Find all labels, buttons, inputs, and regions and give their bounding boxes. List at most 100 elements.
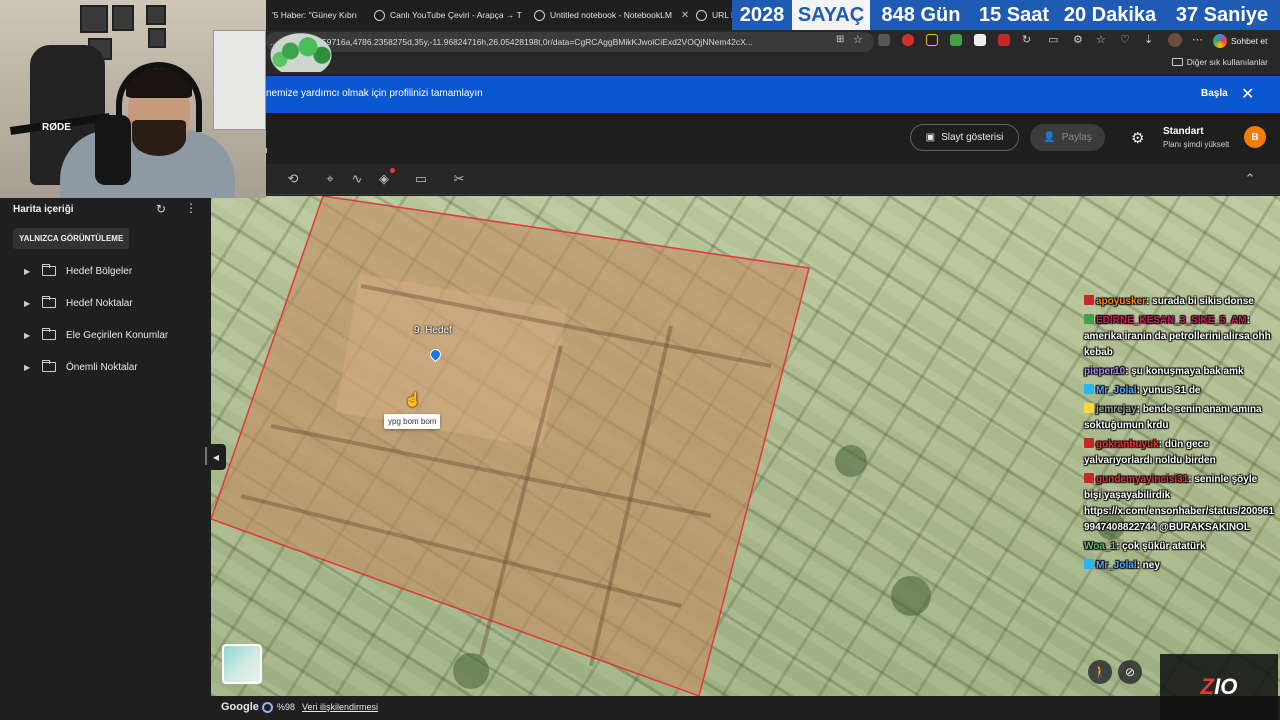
chevron-up-icon[interactable]: ⌃ <box>1241 170 1259 188</box>
extension-icon[interactable] <box>950 34 962 46</box>
chat-button-label: Sohbet et <box>1231 36 1268 46</box>
plan-upgrade-link[interactable]: Planı şimdi yükselt <box>1163 140 1229 149</box>
folder-item[interactable]: ▶ Hedef Noktalar <box>24 292 133 314</box>
side-panel-icon[interactable]: ▭ <box>1048 33 1058 46</box>
data-attribution-link[interactable]: Veri ilişkilendirmesi <box>302 702 378 712</box>
other-bookmarks-label: Diğer sık kullanılanlar <box>1186 57 1268 67</box>
chat-username[interactable]: gokranbuyuk <box>1096 439 1159 450</box>
chevron-right-icon[interactable]: ▶ <box>24 331 32 340</box>
refresh-extension-icon[interactable]: ↻ <box>1022 33 1031 46</box>
chat-username[interactable]: apoyusker <box>1096 296 1146 307</box>
extensions-puzzle-icon[interactable]: ⚙ <box>1073 33 1083 46</box>
placemark-label[interactable]: 9. Hedef <box>414 325 452 336</box>
extension-icon[interactable] <box>926 34 938 46</box>
folder-icon <box>42 264 56 276</box>
map-content-panel: Harita içeriği ↻ ⋮ YALNIZCA GÖRÜNTÜLEME … <box>0 196 211 720</box>
browser-tab[interactable]: URL N <box>690 4 732 26</box>
browser-tab[interactable]: Canlı YouTube Çeviri - Arapça → T ✕ <box>368 4 526 26</box>
panel-title: Harita içeriği <box>13 204 74 215</box>
folder-label: Önemli Noktalar <box>66 361 138 373</box>
globe-icon <box>696 9 707 21</box>
folder-item[interactable]: ▶ Önemli Noktalar <box>24 356 138 378</box>
folder-item[interactable]: ▶ Ele Geçirilen Konumlar <box>24 324 168 346</box>
load-percent: %98 <box>277 702 296 712</box>
browser-tab[interactable]: '5 Haber: "Güney Kıbrı ✕ <box>266 4 366 26</box>
chevron-right-icon[interactable]: ▶ <box>24 299 32 308</box>
collapse-panel-button[interactable]: ◀ <box>206 444 226 470</box>
folder-label: Hedef Noktalar <box>66 297 133 309</box>
download-icon[interactable]: ⇣ <box>1144 33 1153 46</box>
extension-icon[interactable] <box>998 34 1010 46</box>
chat-text: : surada bi sikis donse <box>1146 296 1254 307</box>
notebooklm-icon <box>534 9 545 21</box>
placemark-icon[interactable]: ⌖ <box>321 170 339 188</box>
pegman-icon[interactable]: 🚶 <box>1088 660 1112 684</box>
panel-resize-grip[interactable] <box>205 447 207 465</box>
chat-text: : yunus 31 de <box>1136 385 1201 396</box>
polygon-tooltip: ypg bom bom <box>384 414 441 429</box>
more-options-icon[interactable]: ⋮ <box>185 201 197 215</box>
chat-username[interactable]: jemrejay <box>1096 404 1137 415</box>
map-status-bar: Google %98 Veri ilişkilendirmesi <box>211 696 1280 720</box>
folder-icon <box>42 296 56 308</box>
folder-item[interactable]: ▶ Hedef Bölgeler <box>24 260 132 282</box>
chat-badge-icon <box>1084 314 1094 324</box>
wall-photo <box>112 5 134 31</box>
extension-icon[interactable] <box>902 34 914 46</box>
extension-icon[interactable] <box>878 34 890 46</box>
chat-username[interactable]: gundemyayincisi31 <box>1096 474 1188 485</box>
path-icon[interactable]: ∿ <box>348 170 366 188</box>
bookmarks-bar: Diğer sık kullanılanlar <box>266 54 1280 74</box>
chat-message: Woa_1: çok şükür atatürk <box>1084 539 1276 555</box>
favorites-star-icon[interactable]: ☆ <box>1096 33 1106 46</box>
loading-ring-icon <box>262 702 273 713</box>
other-bookmarks[interactable]: Diğer sık kullanılanlar <box>1171 57 1268 67</box>
browser-tab[interactable]: Untitled notebook - NotebookLM ✕ <box>528 4 688 26</box>
tab-label: URL N <box>712 10 732 20</box>
bookmark-star-icon[interactable]: ☆ <box>853 33 863 46</box>
heart-icon[interactable]: ♡ <box>1120 33 1130 46</box>
tab-label: Untitled notebook - NotebookLM <box>550 10 672 20</box>
chat-username[interactable]: Woa_1 <box>1084 541 1116 552</box>
gear-icon[interactable]: ⚙ <box>1131 129 1144 147</box>
layers-icon[interactable]: ◈ <box>375 168 395 188</box>
install-app-icon[interactable]: ⊞ <box>836 34 844 45</box>
chevron-right-icon[interactable]: ▶ <box>24 267 32 276</box>
webcam-overlay: RØDE <box>0 0 266 198</box>
tools-icon[interactable]: ✂ <box>450 170 468 188</box>
chat-username[interactable]: Mr_Jolal <box>1096 385 1137 396</box>
logo-z: Z <box>1200 674 1215 699</box>
no-3d-icon[interactable]: ⊘ <box>1118 660 1142 684</box>
screen: { "browser": { "tabs": [ {"label": "'5 H… <box>0 0 1280 720</box>
history-icon[interactable]: ⟲ <box>284 170 302 188</box>
chat-button[interactable]: Sohbet et <box>1213 32 1267 50</box>
slideshow-button[interactable]: ▣ Slayt gösterisi <box>910 124 1019 151</box>
address-input[interactable]: ...,406.421.8059716a,4786.2358275d,35y,-… <box>266 32 874 52</box>
chat-message: pieper10: şu konuşmaya bak amk <box>1084 364 1276 380</box>
close-icon[interactable]: ✕ <box>1241 84 1254 104</box>
account-avatar[interactable]: B <box>1244 126 1266 148</box>
banner-start-button[interactable]: Başla <box>1201 88 1228 99</box>
plan-info[interactable]: Standart Planı şimdi yükselt <box>1163 126 1229 149</box>
profile-avatar[interactable] <box>1168 33 1182 47</box>
chat-message: gundemyayincisi31: seninle şöyle bişi ya… <box>1084 472 1276 536</box>
extension-icon[interactable] <box>974 34 986 46</box>
refresh-icon[interactable]: ↻ <box>156 202 166 216</box>
chevron-right-icon[interactable]: ▶ <box>24 363 32 372</box>
chat-message: Mr_Jolal: ney <box>1084 558 1276 574</box>
chat-username[interactable]: pieper10 <box>1084 366 1125 377</box>
wall-photo <box>148 28 166 48</box>
tab-close-icon[interactable]: ✕ <box>681 10 688 21</box>
share-button[interactable]: 👤 Paylaş <box>1030 124 1105 151</box>
chat-username[interactable]: EDIRNE_KESAN_3_SIKE_5_AM <box>1096 315 1247 326</box>
globe-icon <box>374 9 385 21</box>
chat-username[interactable]: Mr_Jolal <box>1096 560 1137 571</box>
target-zone-polygon[interactable] <box>211 196 810 696</box>
ruler-icon[interactable]: ▭ <box>412 170 430 188</box>
chat-badge-icon <box>1084 473 1094 483</box>
chat-badge-icon <box>1084 295 1094 305</box>
menu-dots-icon[interactable]: ⋯ <box>1192 33 1203 46</box>
add-person-icon: 👤 <box>1043 132 1056 143</box>
folder-icon <box>42 360 56 372</box>
map-style-thumbnail[interactable] <box>222 644 262 684</box>
